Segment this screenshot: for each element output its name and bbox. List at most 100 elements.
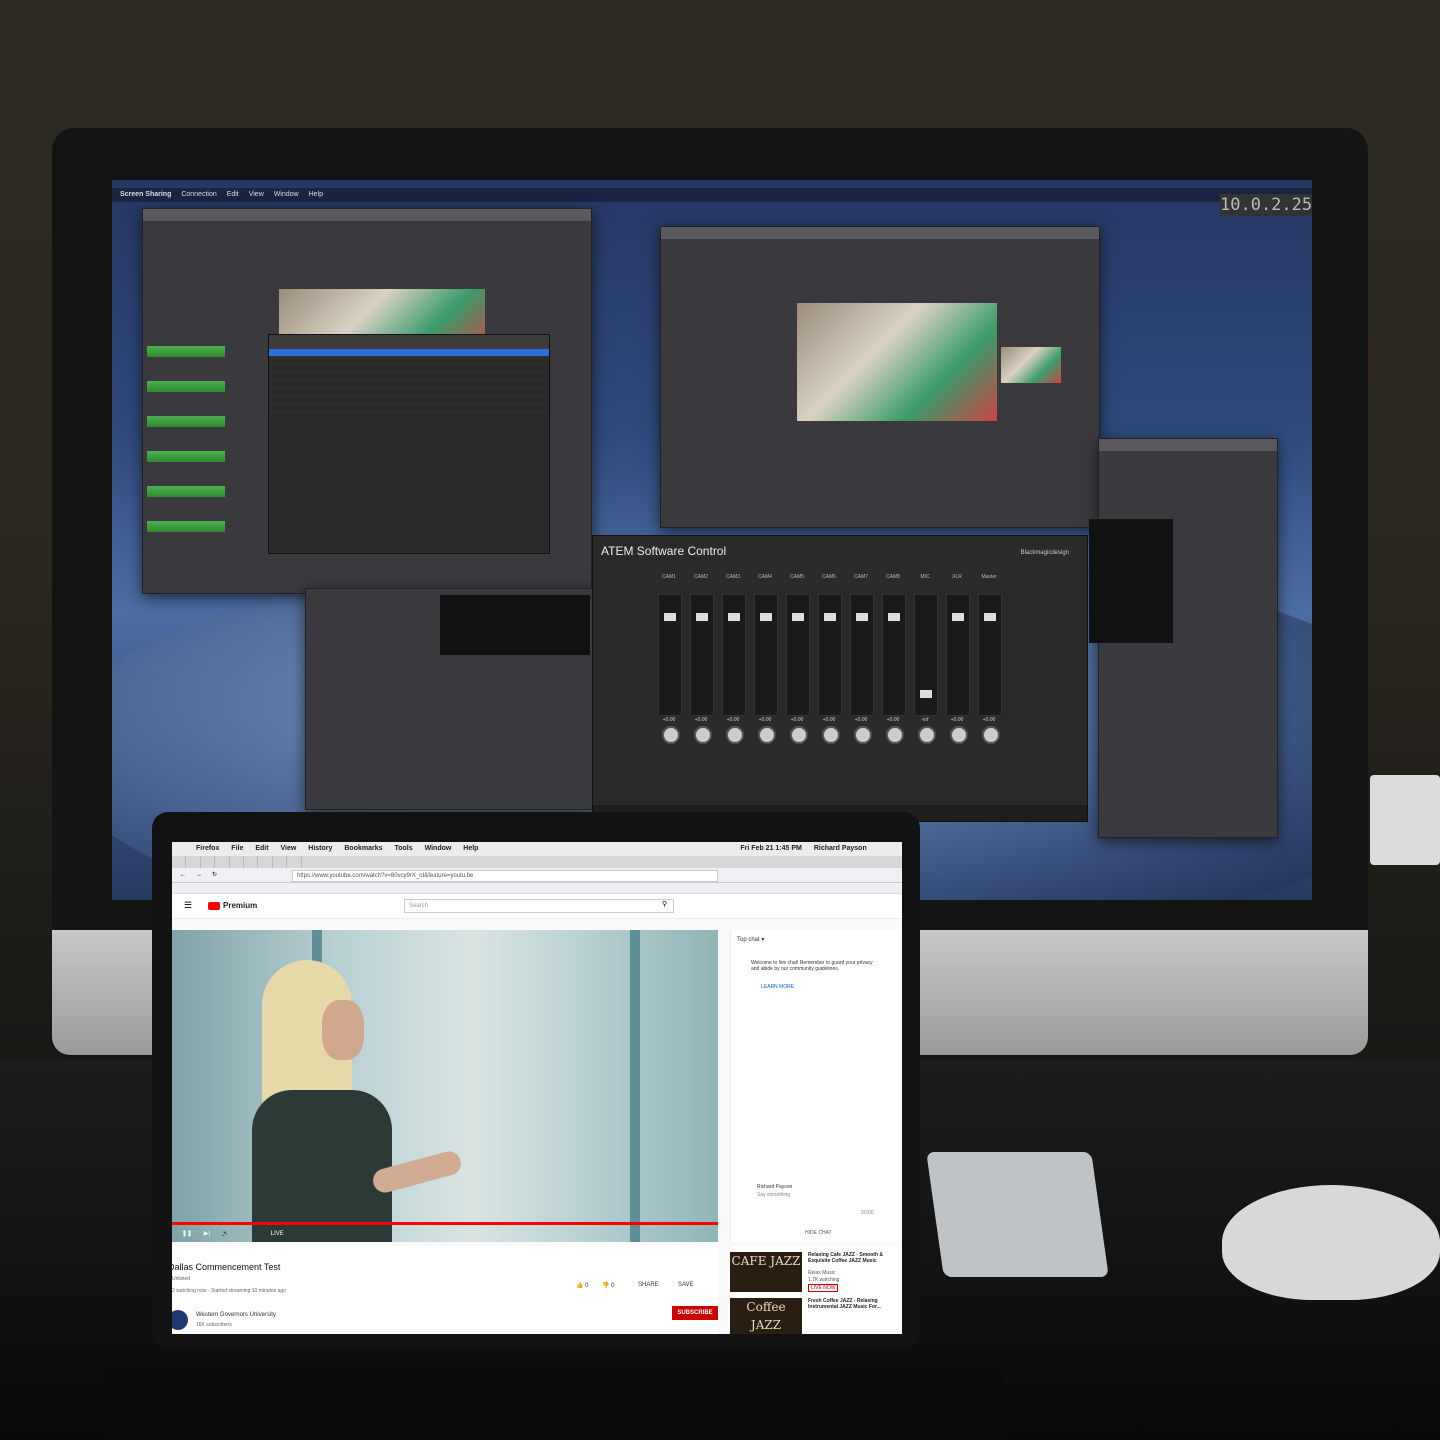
balance-dial[interactable] [982, 726, 1000, 744]
chat-header[interactable]: Top chat ▾ [737, 936, 764, 943]
wirecast-lower-panel[interactable] [305, 588, 597, 810]
channel-avatar[interactable] [172, 1310, 188, 1330]
browser-tab[interactable] [273, 856, 288, 868]
bookmarks-toolbar[interactable] [172, 883, 902, 894]
browser-tab[interactable] [258, 856, 273, 868]
balance-dial[interactable] [726, 726, 744, 744]
live-badge[interactable]: LIVE [271, 1231, 284, 1237]
pause-icon[interactable]: ❚❚ [182, 1231, 192, 1237]
menu-item[interactable]: Window [274, 191, 299, 198]
fader-knob[interactable] [728, 613, 740, 621]
menu-item[interactable]: Tools [394, 845, 412, 852]
forward-icon[interactable]: → [196, 868, 202, 882]
rec-title[interactable]: Fresh Coffee JAZZ - Relaxing Instrumenta… [808, 1298, 896, 1310]
subscribe-button[interactable]: SUBSCRIBE [672, 1306, 718, 1320]
balance-dial[interactable] [854, 726, 872, 744]
shot-thumbnail[interactable] [1001, 347, 1061, 383]
audio-fader[interactable] [722, 594, 746, 716]
audio-fader[interactable] [786, 594, 810, 716]
menu-item[interactable]: Help [463, 845, 478, 852]
chat-input[interactable]: Say something [757, 1192, 790, 1198]
activity-monitor-titlebar[interactable] [269, 335, 549, 349]
dislike-button[interactable]: 👎 0 [602, 1282, 614, 1289]
menu-item[interactable]: Edit [227, 191, 239, 198]
fader-knob[interactable] [856, 613, 868, 621]
process-row[interactable] [269, 365, 549, 373]
audio-fader[interactable] [946, 594, 970, 716]
fader-knob[interactable] [952, 613, 964, 621]
menubar-user[interactable]: Richard Payson [814, 845, 867, 852]
fader-knob[interactable] [664, 613, 676, 621]
rec-thumbnail[interactable]: Coffee JAZZ [730, 1298, 802, 1334]
process-row[interactable] [269, 381, 549, 389]
browser-tab[interactable] [244, 856, 259, 868]
audio-fader[interactable] [658, 594, 682, 716]
process-row[interactable] [269, 405, 549, 413]
video-player[interactable]: ❚❚ ▶| 🔈 LIVE [172, 930, 718, 1242]
atem-software-control[interactable]: ATEM Software Control Blackmagicdesign C… [592, 535, 1088, 822]
search-input[interactable]: Search [404, 899, 674, 913]
menu-item[interactable]: History [308, 845, 332, 852]
process-row[interactable] [269, 397, 549, 405]
search-icon[interactable]: ⚲ [662, 900, 667, 908]
process-row[interactable] [269, 357, 549, 365]
balance-dial[interactable] [886, 726, 904, 744]
window-titlebar[interactable] [1099, 439, 1277, 451]
menu-item[interactable]: Connection [181, 191, 216, 198]
menu-item[interactable]: Screen Sharing [120, 191, 171, 198]
rec-title[interactable]: Relaxing Cafe JAZZ - Smooth & Exquisite … [808, 1252, 896, 1264]
url-field[interactable]: https://www.youtube.com/watch?v=80vcy9rX… [292, 870, 718, 882]
wirecast-window-left[interactable] [142, 208, 592, 594]
audio-fader[interactable] [690, 594, 714, 716]
save-button[interactable]: SAVE [678, 1282, 694, 1288]
audio-fader[interactable] [978, 594, 1002, 716]
progress-bar[interactable] [172, 1222, 718, 1225]
window-titlebar[interactable] [143, 209, 591, 221]
window-titlebar[interactable] [661, 227, 1099, 239]
fader-knob[interactable] [696, 613, 708, 621]
browser-tab[interactable] [230, 856, 244, 868]
menu-item[interactable]: Bookmarks [344, 845, 382, 852]
balance-dial[interactable] [662, 726, 680, 744]
balance-dial[interactable] [950, 726, 968, 744]
fader-knob[interactable] [824, 613, 836, 621]
channel-name[interactable]: Western Governors University [196, 1312, 276, 1318]
audio-fader[interactable] [850, 594, 874, 716]
balance-dial[interactable] [790, 726, 808, 744]
youtube-logo[interactable]: Premium [208, 901, 257, 910]
reload-icon[interactable]: ↻ [212, 868, 217, 882]
browser-tab-strip[interactable] [172, 856, 902, 868]
browser-tab[interactable] [172, 856, 187, 868]
browser-tab[interactable] [215, 856, 230, 868]
learn-more-link[interactable]: LEARN MORE [761, 984, 794, 990]
volume-icon[interactable]: 🔈 [222, 1231, 229, 1237]
activity-monitor-window[interactable] [268, 334, 550, 554]
process-row[interactable] [269, 349, 549, 357]
fader-knob[interactable] [984, 613, 996, 621]
audio-fader[interactable] [754, 594, 778, 716]
hamburger-icon[interactable]: ☰ [184, 900, 192, 911]
browser-tab[interactable] [186, 856, 201, 868]
audio-fader[interactable] [818, 594, 842, 716]
browser-tab[interactable] [287, 856, 302, 868]
next-icon[interactable]: ▶| [204, 1231, 210, 1237]
wirecast-window-right[interactable] [660, 226, 1100, 528]
balance-dial[interactable] [758, 726, 776, 744]
balance-dial[interactable] [822, 726, 840, 744]
process-row[interactable] [269, 389, 549, 397]
menu-item[interactable]: Help [309, 191, 323, 198]
fader-knob[interactable] [920, 690, 932, 698]
menu-item[interactable]: File [231, 845, 243, 852]
audio-fader[interactable] [914, 594, 938, 716]
back-icon[interactable]: ← [180, 868, 186, 882]
menu-item[interactable]: View [249, 191, 264, 198]
process-row[interactable] [269, 373, 549, 381]
fader-knob[interactable] [760, 613, 772, 621]
fader-knob[interactable] [888, 613, 900, 621]
menu-item[interactable]: View [281, 845, 297, 852]
menu-item[interactable]: Window [425, 845, 452, 852]
like-button[interactable]: 👍 0 [576, 1282, 588, 1289]
fader-knob[interactable] [792, 613, 804, 621]
menu-item[interactable]: Firefox [196, 845, 219, 852]
hide-chat-button[interactable]: HIDE CHAT [805, 1230, 832, 1236]
